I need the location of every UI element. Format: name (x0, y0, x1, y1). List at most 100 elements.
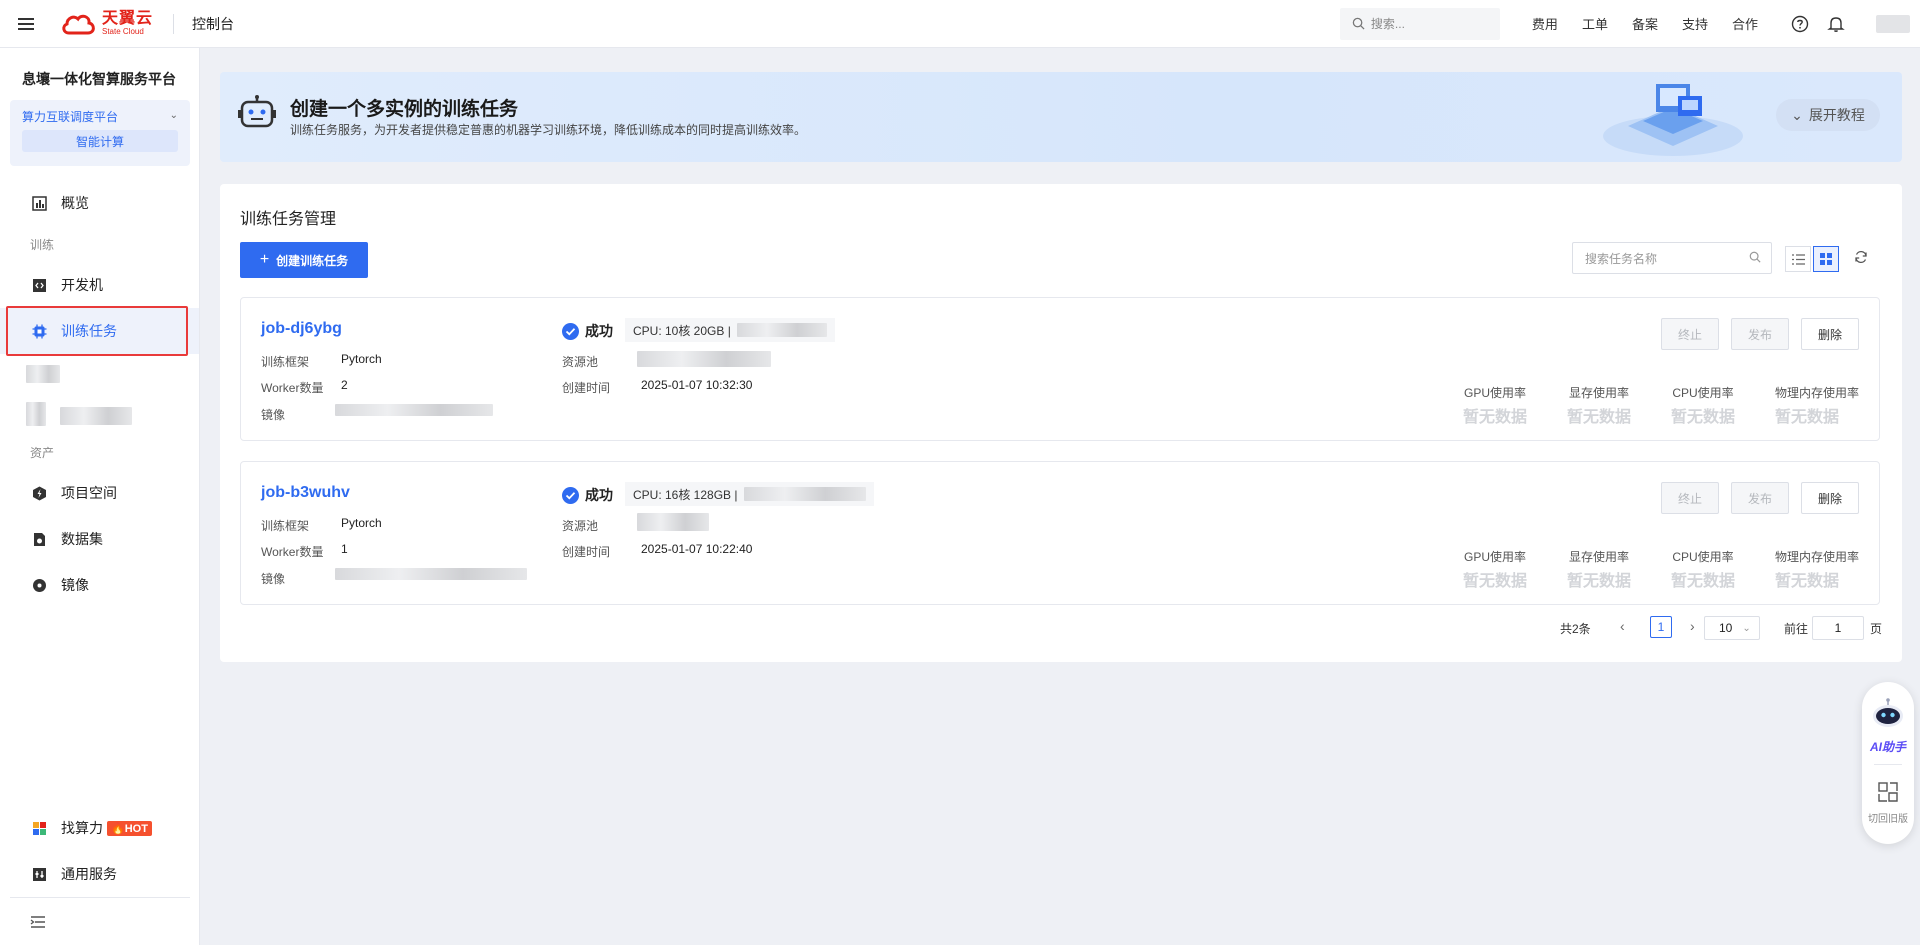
sidebar-item-general-service[interactable]: 通用服务 (0, 851, 200, 897)
sidebar-item-redacted[interactable] (0, 354, 199, 394)
goto-page-input[interactable]: 1 (1812, 616, 1864, 640)
redacted-block (26, 402, 46, 426)
chart-icon (31, 195, 47, 211)
metric-label: GPU使用率 (1464, 386, 1527, 400)
job-name-link[interactable]: job-b3wuhv (261, 484, 350, 502)
nav-link-billing[interactable]: 费用 (1532, 14, 1558, 33)
page-number[interactable]: 1 (1650, 616, 1672, 638)
created-label: 创建时间 (562, 545, 611, 559)
check-circle-icon (562, 486, 579, 504)
console-link[interactable]: 控制台 (192, 14, 234, 34)
metric-value: 暂无数据 (1463, 409, 1528, 426)
status-badge: 成功 (562, 485, 613, 505)
workers-value: 1 (341, 542, 348, 556)
create-task-button[interactable]: + 创建训练任务 (240, 242, 368, 278)
publish-button[interactable]: 发布 (1731, 318, 1789, 350)
banner-description: 训练任务服务，为开发者提供稳定普惠的机器学习训练环境，降低训练成本的同时提高训练… (290, 123, 807, 137)
sidebar-item-dataset[interactable]: 数据集 (0, 516, 199, 562)
nav-link-support[interactable]: 支持 (1682, 14, 1708, 33)
total-count: 共2条 (1560, 622, 1591, 636)
switch-old-version-icon[interactable] (1878, 782, 1898, 805)
menu-icon[interactable] (0, 0, 52, 48)
mem-usage-metric: 物理内存使用率 暂无数据 (1775, 548, 1859, 591)
ai-assistant-label[interactable]: AI助手 (1862, 738, 1914, 755)
chevron-right-icon[interactable]: › (1690, 618, 1695, 634)
brand-logo[interactable]: 天翼云 State Cloud (60, 11, 153, 36)
sidebar-item-train-task[interactable]: 训练任务 (0, 306, 199, 356)
banner-title: 创建一个多实例的训练任务 (290, 99, 519, 120)
platform-name: 算力互联调度平台 (22, 110, 119, 124)
divider (1874, 764, 1902, 765)
workers-value: 2 (341, 378, 348, 392)
page-size-select[interactable]: 10 ⌄ (1704, 616, 1760, 640)
resource-spec: CPU: 16核 128GB | (625, 482, 874, 506)
sidebar-item-label: 通用服务 (61, 866, 117, 882)
stop-button[interactable]: 终止 (1661, 318, 1719, 350)
sidebar-item-dev-machine[interactable]: 开发机 (0, 262, 199, 308)
server-illustration (1598, 76, 1748, 161)
metric-label: 物理内存使用率 (1775, 550, 1860, 564)
database-icon (31, 531, 47, 547)
delete-button[interactable]: 删除 (1801, 318, 1859, 350)
sidebar-item-redacted[interactable] (0, 394, 199, 434)
redacted-block (26, 365, 60, 383)
status-text: 成功 (585, 487, 613, 503)
bell-icon[interactable] (1826, 14, 1846, 34)
sidebar-item-label: 概览 (61, 195, 89, 211)
nav-link-partner[interactable]: 合作 (1732, 14, 1758, 33)
task-search-input[interactable]: 搜索任务名称 (1572, 242, 1772, 274)
sidebar-item-label: 项目空间 (61, 485, 117, 501)
global-search-input[interactable]: 搜索... (1339, 7, 1500, 40)
nav-link-ticket[interactable]: 工单 (1582, 14, 1608, 33)
mem-usage-metric: 物理内存使用率 暂无数据 (1775, 384, 1859, 427)
brand-name: 天翼云 (102, 10, 154, 27)
help-icon[interactable] (1790, 14, 1810, 34)
expand-tutorial-button[interactable]: ⌄ 展开教程 (1776, 99, 1880, 131)
publish-button[interactable]: 发布 (1731, 482, 1789, 514)
framework-value: Pytorch (341, 352, 382, 366)
metric-label: CPU使用率 (1672, 550, 1734, 564)
user-avatar[interactable] (1876, 14, 1910, 33)
sidebar-item-find-compute[interactable]: 找算力 🔥HOT (0, 805, 200, 851)
sidebar-item-project-space[interactable]: 项目空间 (0, 470, 199, 516)
metric-value: 暂无数据 (1567, 409, 1632, 426)
sidebar-item-image[interactable]: 镜像 (0, 562, 199, 608)
redacted-pool-value (637, 351, 771, 367)
sidebar-item-label: 数据集 (61, 531, 103, 547)
task-card: job-dj6ybg 训练框架 Pytorch Worker数量 2 镜像 成功… (240, 297, 1880, 441)
sidebar-collapse-button[interactable] (10, 897, 190, 945)
vram-usage-metric: 显存使用率 暂无数据 (1567, 384, 1631, 427)
status-badge: 成功 (562, 321, 613, 341)
sidebar-item-overview[interactable]: 概览 (0, 180, 199, 226)
ai-assistant-button[interactable] (1870, 696, 1906, 735)
ai-robot-icon (1873, 698, 1903, 727)
framework-value: Pytorch (341, 516, 382, 530)
resource-spec: CPU: 10核 20GB | (625, 318, 835, 342)
sidebar-title: 息壤一体化智算服务平台 (22, 71, 176, 87)
chevron-left-icon[interactable]: ‹ (1620, 618, 1625, 634)
metric-value: 暂无数据 (1567, 573, 1632, 590)
metric-value: 暂无数据 (1463, 573, 1528, 590)
sidebar-item-label: 找算力 (61, 820, 103, 836)
search-icon (1749, 251, 1761, 266)
workers-label: Worker数量 (261, 381, 324, 395)
metric-label: CPU使用率 (1672, 386, 1734, 400)
created-label: 创建时间 (562, 381, 611, 395)
switch-old-version-label[interactable]: 切回旧版 (1862, 810, 1914, 825)
brand-name-en: State Cloud (102, 27, 144, 36)
list-view-icon[interactable] (1785, 246, 1811, 272)
refresh-icon[interactable] (1854, 250, 1868, 267)
vram-usage-metric: 显存使用率 暂无数据 (1567, 548, 1631, 591)
apps-icon (31, 820, 47, 836)
spec-text: CPU: 10核 20GB | (633, 323, 731, 338)
stop-button[interactable]: 终止 (1661, 482, 1719, 514)
delete-button[interactable]: 删除 (1801, 482, 1859, 514)
sidebar-group-train: 训练 (30, 237, 55, 252)
nav-link-filing[interactable]: 备案 (1632, 14, 1658, 33)
intro-banner: 创建一个多实例的训练任务 训练任务服务，为开发者提供稳定普惠的机器学习训练环境，… (220, 72, 1902, 162)
platform-selector[interactable]: 算力互联调度平台 ⌄ 智能计算 (10, 100, 190, 166)
job-name-link[interactable]: job-dj6ybg (261, 320, 342, 338)
platform-sub-item[interactable]: 智能计算 (22, 130, 178, 152)
cpu-usage-metric: CPU使用率 暂无数据 (1671, 548, 1735, 591)
grid-view-icon[interactable] (1813, 246, 1839, 272)
